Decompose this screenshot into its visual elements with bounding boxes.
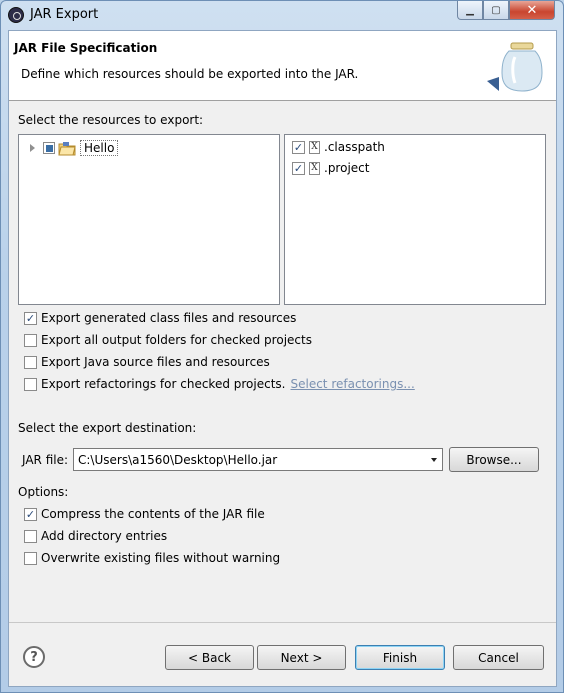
help-icon[interactable]: ?	[23, 646, 45, 668]
overwrite-option[interactable]: Overwrite existing files without warning	[24, 551, 280, 565]
classpath-checkbox[interactable]: ✓	[292, 140, 305, 154]
option-label: Compress the contents of the JAR file	[41, 507, 265, 521]
next-button[interactable]: Next >	[257, 645, 346, 670]
partial-check-mark	[45, 144, 53, 152]
tree-item-hello[interactable]: Hello	[30, 140, 119, 156]
select-refactorings-link[interactable]: Select refactorings...	[290, 377, 414, 391]
option-label: Export refactorings for checked projects…	[41, 377, 286, 391]
file-item-project[interactable]: ✓ X .project	[292, 161, 369, 175]
jar-file-combo[interactable]: C:\Users\a1560\Desktop\Hello.jar	[73, 448, 443, 471]
destination-label: Select the export destination:	[18, 421, 197, 435]
options-label: Options:	[18, 485, 69, 499]
export-refactorings-option[interactable]: Export refactorings for checked projects…	[24, 377, 415, 391]
window-controls: ▁ ▢ ✕	[457, 1, 555, 20]
file-label: .project	[324, 161, 370, 175]
cancel-button[interactable]: Cancel	[453, 645, 544, 670]
window-title: JAR Export	[30, 7, 99, 22]
footer-divider	[9, 622, 556, 623]
xml-file-icon: X	[309, 161, 320, 175]
jar-icon	[487, 42, 543, 92]
wizard-header: JAR File Specification Define which reso…	[9, 31, 556, 101]
export-output-folders-option[interactable]: Export all output folders for checked pr…	[24, 333, 312, 347]
overwrite-checkbox[interactable]	[24, 551, 37, 565]
page-description: Define which resources should be exporte…	[21, 67, 359, 81]
export-class-files-option[interactable]: ✓ Export generated class files and resou…	[24, 311, 296, 325]
close-button[interactable]: ✕	[509, 1, 555, 20]
minimize-button[interactable]: ▁	[457, 1, 483, 20]
export-output-folders-checkbox[interactable]	[24, 333, 37, 347]
jar-export-window: JAR Export ▁ ▢ ✕ JAR File Specification …	[0, 0, 564, 693]
directory-entries-option[interactable]: Add directory entries	[24, 529, 167, 543]
partial-checkbox[interactable]	[43, 142, 55, 154]
dialog-body: JAR File Specification Define which reso…	[8, 30, 557, 687]
xml-file-icon: X	[309, 140, 320, 154]
option-label: Export generated class files and resourc…	[41, 311, 297, 325]
export-refactorings-checkbox[interactable]	[24, 377, 37, 391]
tree-item-label: Hello	[80, 140, 119, 156]
resource-tree[interactable]: Hello	[18, 134, 280, 305]
maximize-button[interactable]: ▢	[483, 1, 509, 20]
file-label: .classpath	[324, 140, 385, 154]
resource-files-list[interactable]: ✓ X .classpath ✓ X .project	[284, 134, 546, 305]
finish-button[interactable]: Finish	[355, 645, 445, 670]
export-class-files-checkbox[interactable]: ✓	[24, 311, 37, 325]
page-title: JAR File Specification	[14, 41, 158, 55]
option-label: Overwrite existing files without warning	[41, 551, 281, 565]
directory-entries-checkbox[interactable]	[24, 529, 37, 543]
resources-label: Select the resources to export:	[18, 113, 204, 127]
export-source-checkbox[interactable]	[24, 355, 37, 369]
browse-button[interactable]: Browse...	[449, 447, 539, 472]
dropdown-arrow-icon[interactable]	[431, 458, 437, 462]
project-folder-icon	[58, 141, 76, 155]
jar-file-value: C:\Users\a1560\Desktop\Hello.jar	[78, 453, 278, 467]
project-checkbox[interactable]: ✓	[292, 161, 305, 175]
export-source-option[interactable]: Export Java source files and resources	[24, 355, 270, 369]
compress-option[interactable]: ✓ Compress the contents of the JAR file	[24, 507, 265, 521]
expand-arrow-icon[interactable]	[30, 144, 35, 152]
compress-checkbox[interactable]: ✓	[24, 507, 37, 521]
option-label: Export all output folders for checked pr…	[41, 333, 312, 347]
file-item-classpath[interactable]: ✓ X .classpath	[292, 140, 385, 154]
option-label: Export Java source files and resources	[41, 355, 270, 369]
eclipse-icon	[8, 7, 24, 23]
back-button[interactable]: < Back	[165, 645, 254, 670]
option-label: Add directory entries	[41, 529, 168, 543]
jar-file-label: JAR file:	[22, 453, 69, 467]
title-bar[interactable]: JAR Export ▁ ▢ ✕	[1, 1, 563, 29]
